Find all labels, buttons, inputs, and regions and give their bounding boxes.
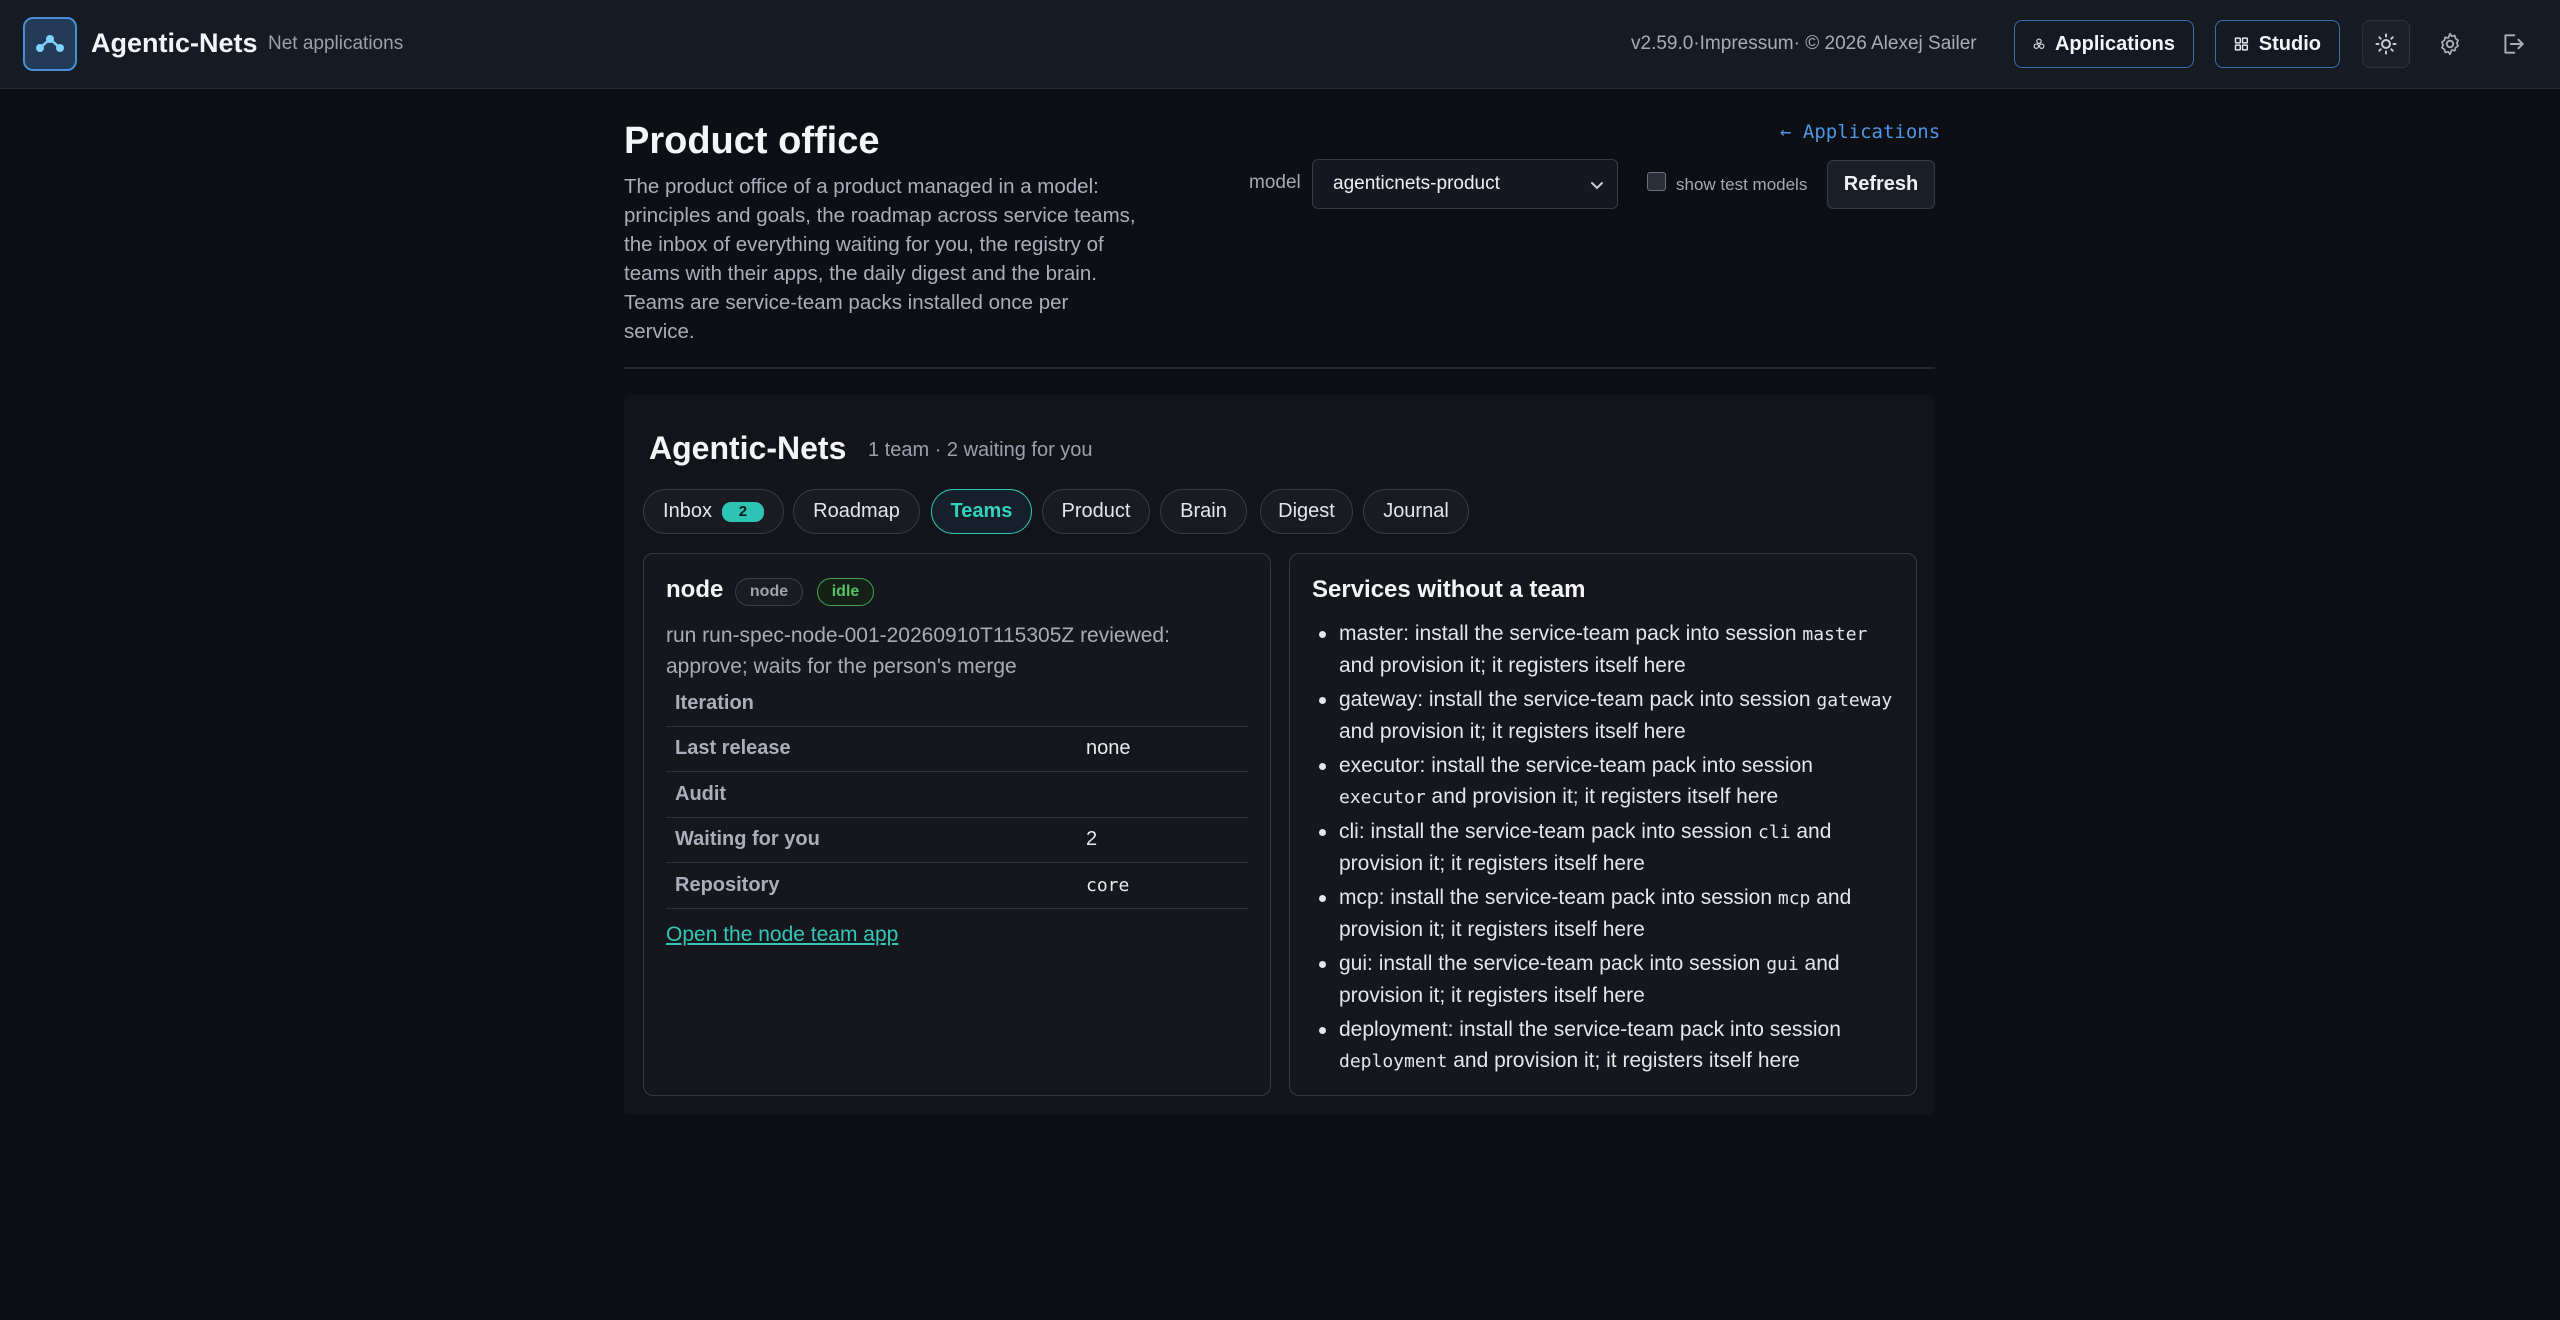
back-to-applications-link[interactable]: ← Applications <box>1780 121 1940 143</box>
list-item: master: install the service-team pack in… <box>1312 618 1902 681</box>
list-item: executor: install the service-team pack … <box>1312 750 1902 813</box>
tab-brain[interactable]: Brain <box>1160 489 1247 534</box>
studio-button[interactable]: Studio <box>2215 20 2340 68</box>
page-title: Product office <box>624 120 880 162</box>
row-key: Iteration <box>675 691 754 714</box>
tab-inbox-label: Inbox <box>663 500 712 522</box>
services-title: Services without a team <box>1312 576 1586 603</box>
team-tag-badge: node <box>735 578 803 606</box>
table-row: Iteration <box>666 681 1248 727</box>
applications-icon <box>2033 38 2045 49</box>
table-row: Audit <box>666 772 1248 818</box>
logo-graph-icon <box>36 35 64 52</box>
row-key: Repository <box>675 873 780 896</box>
table-row: Last release none <box>666 727 1248 772</box>
list-item: mcp: install the service-team pack into … <box>1312 882 1902 945</box>
logout-icon <box>2504 34 2524 54</box>
row-key: Waiting for you <box>675 828 820 851</box>
theme-toggle-button[interactable] <box>2362 20 2410 68</box>
tab-roadmap[interactable]: Roadmap <box>793 489 920 534</box>
model-label: model <box>1249 172 1301 193</box>
brand-name[interactable]: Agentic-Nets <box>91 28 258 59</box>
model-select[interactable]: agenticnets-product <box>1312 159 1618 209</box>
services-list: master: install the service-team pack in… <box>1312 618 1902 1080</box>
table-row: Repository core <box>666 863 1248 909</box>
version-text: v2.59.0·Impressum· © 2026 Alexej Sailer <box>1631 33 1977 54</box>
tab-product[interactable]: Product <box>1042 489 1150 534</box>
row-value: core <box>1086 874 1130 896</box>
divider <box>624 367 1935 369</box>
row-key: Last release <box>675 737 791 760</box>
tab-digest[interactable]: Digest <box>1260 489 1353 534</box>
product-summary: 1 team · 2 waiting for you <box>868 439 1093 461</box>
app-logo[interactable] <box>23 17 77 71</box>
tab-teams[interactable]: Teams <box>931 489 1032 534</box>
team-details-table: Iteration Last release none Audit Waitin… <box>666 681 1248 909</box>
team-status-description: run run-spec-node-001-20260910T115305Z r… <box>666 624 1170 678</box>
logout-button[interactable] <box>2489 20 2537 68</box>
grid-icon <box>2234 37 2249 51</box>
table-row: Waiting for you 2 <box>666 818 1248 863</box>
top-bar: Agentic-Nets Net applications v2.59.0·Im… <box>0 0 2560 89</box>
tab-inbox[interactable]: Inbox 2 <box>643 489 784 534</box>
brand-subtitle: Net applications <box>268 33 404 54</box>
show-test-models-label[interactable]: show test models <box>1676 175 1807 195</box>
studio-label: Studio <box>2258 32 2321 55</box>
row-value: 2 <box>1086 828 1098 851</box>
model-select-value: agenticnets-product <box>1333 173 1500 194</box>
applications-label: Applications <box>2054 32 2175 55</box>
inbox-count-badge: 2 <box>721 501 764 522</box>
row-value: none <box>1086 737 1131 760</box>
status-badge: idle <box>817 578 874 606</box>
chevron-down-icon <box>1591 182 1603 190</box>
list-item: gateway: install the service-team pack i… <box>1312 684 1902 747</box>
gear-icon <box>2441 32 2459 56</box>
show-test-models-checkbox[interactable] <box>1647 172 1666 191</box>
applications-button[interactable]: Applications <box>2014 20 2194 68</box>
open-team-app-link[interactable]: Open the node team app <box>666 923 898 947</box>
page-description: The product office of a product managed … <box>624 175 1136 343</box>
tab-journal[interactable]: Journal <box>1363 489 1469 534</box>
list-item: gui: install the service-team pack into … <box>1312 948 1902 1011</box>
list-item: cli: install the service-team pack into … <box>1312 816 1902 879</box>
settings-button[interactable] <box>2426 20 2474 68</box>
team-name: node <box>666 576 724 603</box>
sun-icon <box>2375 33 2397 55</box>
refresh-button[interactable]: Refresh <box>1827 160 1935 209</box>
product-name: Agentic-Nets <box>649 430 847 466</box>
list-item: deployment: install the service-team pac… <box>1312 1014 1902 1077</box>
row-key: Audit <box>675 782 727 805</box>
